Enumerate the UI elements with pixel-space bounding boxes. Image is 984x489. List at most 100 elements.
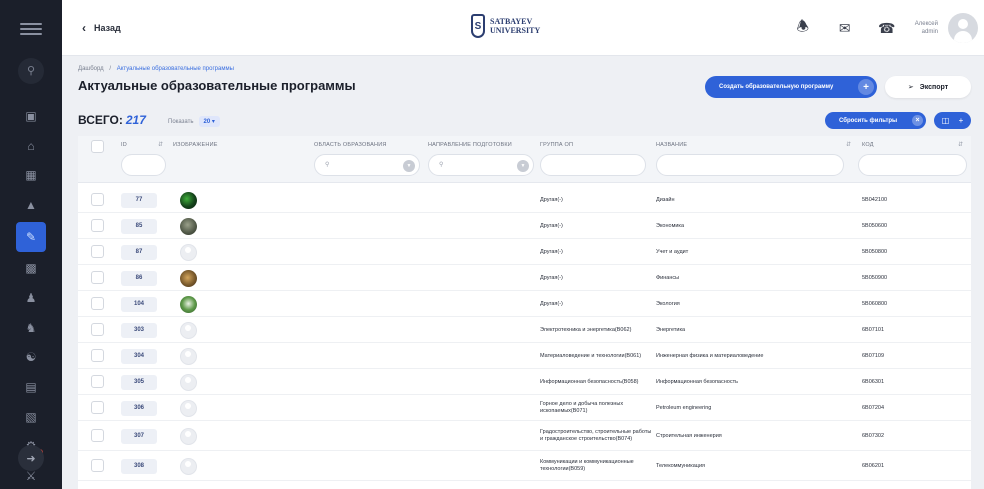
- row-name: Энергетика: [656, 326, 686, 333]
- row-checkbox[interactable]: [91, 271, 104, 284]
- sort-icon[interactable]: ⇵: [846, 141, 851, 148]
- row-id[interactable]: 85: [121, 218, 157, 234]
- export-button[interactable]: ➢ Экспорт: [885, 76, 971, 98]
- breadcrumb-separator: /: [109, 66, 112, 72]
- breadcrumb-home[interactable]: Дашборд: [78, 66, 104, 72]
- user-info[interactable]: Алексей admin: [915, 20, 938, 36]
- table-row[interactable]: 304 Материаловедение и технологии(В061) Ин…: [78, 343, 971, 369]
- row-group: Другая(-): [540, 274, 563, 281]
- select-all-checkbox[interactable]: [91, 140, 104, 153]
- row-code: 6В07302: [862, 432, 885, 439]
- sort-icon[interactable]: ⇵: [158, 141, 163, 148]
- row-checkbox[interactable]: [91, 245, 104, 258]
- row-name: Инженерная физика и материаловедение: [656, 352, 764, 359]
- row-id[interactable]: 86: [121, 270, 157, 286]
- page-size-select[interactable]: 20 ▾: [198, 116, 220, 127]
- row-id[interactable]: 77: [121, 192, 157, 208]
- row-code: 5В042100: [862, 196, 888, 203]
- table-row[interactable]: 307 Градостроительство, строительные рабо…: [78, 421, 971, 451]
- name-filter-input[interactable]: [656, 154, 844, 176]
- columns-icon: ◫: [941, 116, 950, 125]
- col-group[interactable]: ГРУППА ОП: [540, 142, 573, 148]
- support-icon[interactable]: ☎: [873, 14, 901, 42]
- menu-icon[interactable]: [20, 20, 42, 38]
- row-checkbox[interactable]: [91, 375, 104, 388]
- table-row[interactable]: 305 Информационная безопасность(В058) Инфо…: [78, 369, 971, 395]
- table-row[interactable]: 85 Другая(-) Экономика 5В050600: [78, 213, 971, 239]
- group-filter-input[interactable]: [540, 154, 646, 176]
- bell-icon[interactable]: 🕭: [789, 14, 817, 42]
- graduation-cap-icon[interactable]: ▲: [16, 192, 46, 218]
- chart-icon[interactable]: ▦: [16, 163, 46, 189]
- col-name[interactable]: НАЗВАНИЕ: [656, 142, 687, 148]
- col-code[interactable]: КОД: [862, 142, 874, 148]
- direction-filter-select[interactable]: ⚲ ▼: [428, 154, 534, 176]
- row-checkbox[interactable]: [91, 297, 104, 310]
- table-row[interactable]: 308 Коммуникации и коммуникационные техно…: [78, 451, 971, 481]
- columns-button[interactable]: ◫ +: [934, 112, 971, 129]
- row-name: Экономика: [656, 222, 685, 229]
- row-checkbox[interactable]: [91, 219, 104, 232]
- image-placeholder-icon: [180, 427, 197, 445]
- table-row[interactable]: 86 Другая(-) Финансы 5В050900: [78, 265, 971, 291]
- row-group: Материаловедение и технологии(В061): [540, 352, 642, 359]
- table-row[interactable]: 87 Другая(-) Учет и аудит 5В050800: [78, 239, 971, 265]
- row-id[interactable]: 307: [121, 428, 157, 444]
- row-code: 5В060800: [862, 300, 888, 307]
- breadcrumb-current[interactable]: Актуальные образовательные программы: [117, 66, 234, 72]
- row-id[interactable]: 303: [121, 322, 157, 338]
- col-id[interactable]: ID: [121, 142, 127, 148]
- university-logo[interactable]: S SATBAYEV UNIVERSITY: [471, 14, 540, 38]
- area-filter-select[interactable]: ⚲ ▼: [314, 154, 420, 176]
- user-icon[interactable]: ♞: [16, 315, 46, 341]
- export-label: Экспорт: [919, 83, 949, 91]
- back-button[interactable]: ‹ Назад: [82, 21, 121, 35]
- row-checkbox[interactable]: [91, 429, 104, 442]
- users-icon[interactable]: ♟: [16, 285, 46, 311]
- row-code: 6В06301: [862, 378, 885, 385]
- row-id[interactable]: 308: [121, 458, 157, 474]
- avatar[interactable]: [948, 13, 978, 43]
- row-checkbox[interactable]: [91, 193, 104, 206]
- row-name: Строительная инженерия: [656, 432, 722, 439]
- sort-icon[interactable]: ⇵: [958, 141, 963, 148]
- row-id[interactable]: 304: [121, 348, 157, 364]
- building-icon[interactable]: ▩: [16, 256, 46, 282]
- mail-icon[interactable]: ✉: [831, 14, 859, 42]
- user-name: Алексей: [914, 21, 938, 27]
- document-icon[interactable]: ▤: [16, 374, 46, 400]
- row-checkbox[interactable]: [91, 459, 104, 472]
- table-row[interactable]: 77 Другая(-) Дизайн 5В042100: [78, 187, 971, 213]
- logo-shield-icon: S: [471, 14, 485, 38]
- home-icon[interactable]: ⌂: [16, 133, 46, 159]
- monitor-icon[interactable]: ▣: [16, 103, 46, 129]
- row-id[interactable]: 87: [121, 244, 157, 260]
- table-row[interactable]: 303 Электротехника и энергетика(В062) Энер…: [78, 317, 971, 343]
- search-icon[interactable]: ⚲: [18, 57, 44, 84]
- row-checkbox[interactable]: [91, 323, 104, 336]
- row-id[interactable]: 305: [121, 374, 157, 390]
- table-row[interactable]: 104 Другая(-) Экология 5В060800: [78, 291, 971, 317]
- row-code: 5В050800: [862, 248, 888, 255]
- row-checkbox[interactable]: [91, 401, 104, 414]
- id-filter-input[interactable]: [121, 154, 166, 176]
- row-code: 6В07204: [862, 404, 885, 411]
- row-checkbox[interactable]: [91, 349, 104, 362]
- row-group: Информационная безопасность(В058): [540, 378, 639, 385]
- program-image: [180, 191, 197, 209]
- logout-icon[interactable]: ➜: [18, 445, 44, 471]
- create-program-button[interactable]: Создать образовательную программу +: [705, 76, 877, 98]
- row-code: 5В050900: [862, 274, 888, 281]
- back-label: Назад: [94, 22, 121, 33]
- code-filter-input[interactable]: [858, 154, 967, 176]
- col-area[interactable]: ОБЛАСТЬ ОБРАЗОВАНИЯ: [314, 142, 387, 148]
- id-card-icon[interactable]: ▧: [16, 404, 46, 430]
- reset-filters-button[interactable]: Сбросить фильтры ×: [825, 112, 926, 129]
- col-direction[interactable]: НАПРАВЛЕНИЕ ПОДГОТОВКИ: [428, 142, 512, 148]
- programs-icon[interactable]: ✎: [16, 222, 46, 252]
- sidebar: ⚲ ▣ ⌂ ▦ ▲ ✎ ▩ ♟ ♞ ☯ ▤ ▧ ⚙ ⚔ ➜: [0, 0, 62, 489]
- row-id[interactable]: 104: [121, 296, 157, 312]
- row-id[interactable]: 306: [121, 400, 157, 416]
- table-row[interactable]: 306 Горное дело и добыча полезных ископае…: [78, 395, 971, 421]
- group-icon[interactable]: ☯: [16, 345, 46, 371]
